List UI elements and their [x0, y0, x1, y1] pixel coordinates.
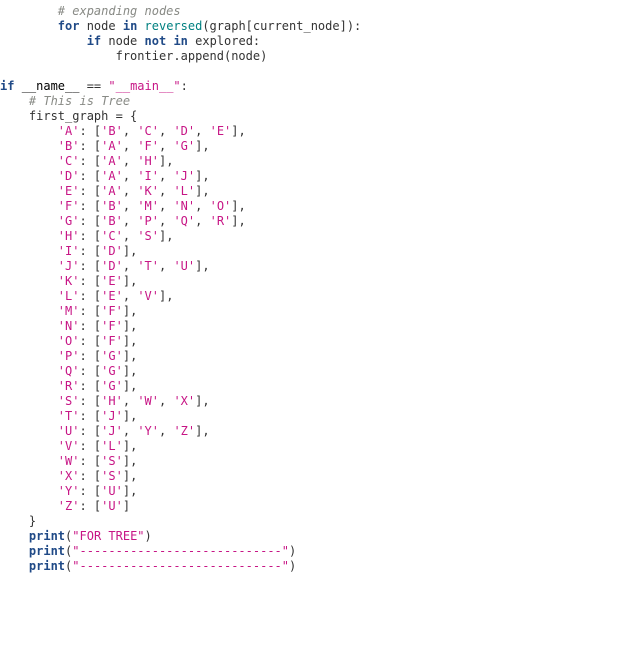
keyword-for: for: [58, 19, 80, 33]
code-line: 'K': ['E'],: [0, 274, 137, 288]
code-line: 'R': ['G'],: [0, 379, 137, 393]
string: "__main__": [108, 79, 180, 93]
code-line: 'B': ['A', 'F', 'G'],: [0, 139, 210, 153]
code-line: 'Y': ['U'],: [0, 484, 137, 498]
code-line: for node in reversed(graph[current_node]…: [0, 19, 361, 33]
code-line: if __name__ == "__main__":: [0, 79, 188, 93]
code-line: print("----------------------------"): [0, 559, 296, 573]
code-line: frontier.append(node): [0, 49, 267, 63]
code-line: 'N': ['F'],: [0, 319, 137, 333]
code-line: 'G': ['B', 'P', 'Q', 'R'],: [0, 214, 246, 228]
code-line: 'M': ['F'],: [0, 304, 137, 318]
string: "----------------------------": [72, 559, 289, 573]
code-line: 'H': ['C', 'S'],: [0, 229, 173, 243]
code-line: 'J': ['D', 'T', 'U'],: [0, 259, 210, 273]
comment: # This is Tree: [29, 94, 130, 108]
keyword-in: in: [123, 19, 137, 33]
code-line: # This is Tree: [0, 94, 130, 108]
builtin-print: print: [29, 559, 65, 573]
code-line: print("FOR TREE"): [0, 529, 152, 543]
code-line: 'U': ['J', 'Y', 'Z'],: [0, 424, 210, 438]
builtin-reversed: reversed: [145, 19, 203, 33]
code-line: 'E': ['A', 'K', 'L'],: [0, 184, 210, 198]
code-line: 'O': ['F'],: [0, 334, 137, 348]
code-line: 'P': ['G'],: [0, 349, 137, 363]
name-dunder: __name__: [22, 79, 80, 93]
code-line: 'C': ['A', 'H'],: [0, 154, 173, 168]
code-line: 'A': ['B', 'C', 'D', 'E'],: [0, 124, 246, 138]
code-line: 'S': ['H', 'W', 'X'],: [0, 394, 210, 408]
code-line: first_graph = {: [0, 109, 137, 123]
code-block: # expanding nodes for node in reversed(g…: [0, 0, 626, 574]
code-line: 'I': ['D'],: [0, 244, 137, 258]
builtin-print: print: [29, 529, 65, 543]
code-line: 'L': ['E', 'V'],: [0, 289, 173, 303]
code-line: 'Z': ['U']: [0, 499, 130, 513]
keyword-if: if: [0, 79, 14, 93]
code-line: 'W': ['S'],: [0, 454, 137, 468]
comment: # expanding nodes: [58, 4, 181, 18]
code-line: 'X': ['S'],: [0, 469, 137, 483]
code-line: 'T': ['J'],: [0, 409, 137, 423]
code-line: 'D': ['A', 'I', 'J'],: [0, 169, 210, 183]
code-line: 'Q': ['G'],: [0, 364, 137, 378]
string: "FOR TREE": [72, 529, 144, 543]
code-line: if node not in explored:: [0, 34, 260, 48]
builtin-print: print: [29, 544, 65, 558]
code-line: }: [0, 514, 36, 528]
code-line: # expanding nodes: [0, 4, 181, 18]
code-line: print("----------------------------"): [0, 544, 296, 558]
keyword-if: if: [87, 34, 101, 48]
keyword-not: not: [145, 34, 167, 48]
code-line: 'V': ['L'],: [0, 439, 137, 453]
keyword-in: in: [173, 34, 187, 48]
string: "----------------------------": [72, 544, 289, 558]
code-line: 'F': ['B', 'M', 'N', 'O'],: [0, 199, 246, 213]
